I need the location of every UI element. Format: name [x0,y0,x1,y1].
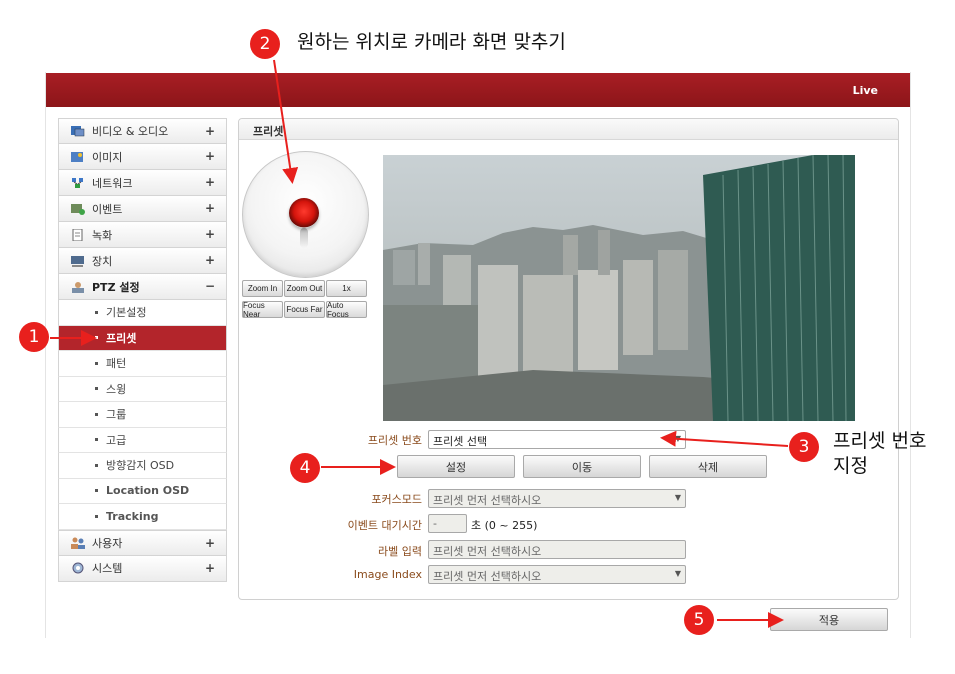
callout-3: 3 [789,432,819,462]
annotation-text-2: 원하는 위치로 카메라 화면 맞추기 [297,31,566,53]
arrow-to-preset-select [660,430,789,447]
callout-5: 5 [684,605,714,635]
arrow-to-joystick [273,59,299,184]
annotation-text-3b: 지정 [833,455,868,477]
annotation-arrows [50,59,789,628]
annotation-text-3a: 프리셋 번호 [833,430,927,452]
callout-2: 2 [250,29,280,59]
callout-4: 4 [290,453,320,483]
callout-1: 1 [19,322,49,352]
